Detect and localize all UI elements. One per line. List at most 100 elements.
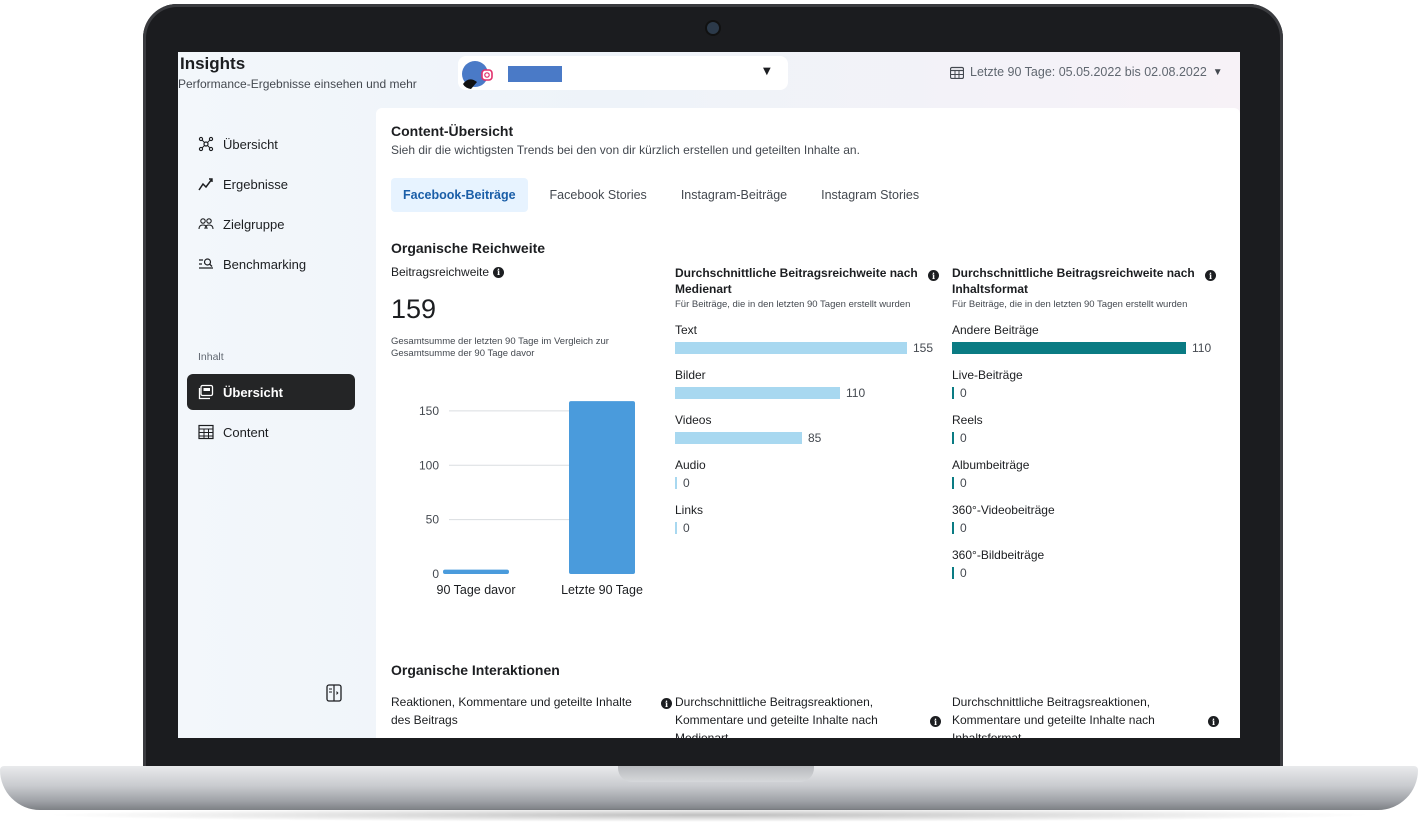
sidebar-item-label: Übersicht <box>223 136 278 152</box>
organic-reach-title: Organische Reichweite <box>391 240 546 256</box>
info-icon[interactable]: i <box>493 266 505 278</box>
breakdown-bar[interactable] <box>952 522 954 534</box>
breakdown-value: 0 <box>960 386 967 400</box>
info-icon[interactable]: i <box>928 270 939 281</box>
chevron-down-icon: ▼ <box>763 66 771 77</box>
breakdown-row: Links 0 <box>675 503 937 548</box>
breakdown-value: 110 <box>1192 341 1212 355</box>
calendar-icon <box>950 66 964 79</box>
sidebar-item-label: Ergebnisse <box>223 176 289 192</box>
post-reach-label: Beitragsreichweite i <box>391 265 505 279</box>
section-subtitle: Sieh dir die wichtigsten Trends bei den … <box>391 143 860 157</box>
breakdown-bar[interactable] <box>952 432 954 444</box>
tab-instagram-posts[interactable]: Instagram-Beiträge <box>669 178 799 212</box>
people-icon <box>196 216 216 232</box>
info-icon[interactable]: i <box>930 716 941 727</box>
tab-facebook-posts[interactable]: Facebook-Beiträge <box>391 178 528 212</box>
sidebar-item-label: Übersicht <box>223 384 283 400</box>
post-reach-label-text: Beitragsreichweite <box>391 265 490 279</box>
sidebar-item-label: Content <box>223 424 269 440</box>
media-type-breakdown: Durchschnittliche Beitragsreichweite nac… <box>675 265 939 548</box>
sidebar-item-results[interactable]: Ergebnisse <box>187 166 355 202</box>
section-title: Content-Übersicht <box>391 123 514 139</box>
laptop-shadow <box>40 808 1378 822</box>
x-tick-label: 90 Tage davor <box>437 583 516 597</box>
platform-tabs: Facebook-Beiträge Facebook Stories Insta… <box>391 178 941 212</box>
interactions-media-type-text: Durchschnittliche Beitragsreaktionen, Ko… <box>675 695 878 738</box>
breakdown-row: Reels 0 <box>952 413 1214 458</box>
interactions-media-type-label: Durchschnittliche Beitragsreaktionen, Ko… <box>675 693 941 738</box>
breakdown-value: 110 <box>846 386 866 400</box>
content-overview-icon <box>196 384 216 400</box>
breakdown-bar[interactable] <box>952 342 1186 354</box>
content-format-breakdown: Durchschnittliche Beitragsreichweite nac… <box>952 265 1216 593</box>
account-selector[interactable]: ▼ <box>458 56 788 90</box>
breakdown-row: Text 155 <box>675 323 937 368</box>
media-type-rows: Text 155 Bilder 110 Videos 85 Audio 0 Links 0 <box>675 323 937 548</box>
y-tick-label: 150 <box>419 404 439 418</box>
y-tick-label: 0 <box>432 567 439 581</box>
reach-comparison-chart: 0 50 100 150 90 Tage davor Letzte 90 Tage <box>419 401 643 597</box>
chart-bar[interactable] <box>443 569 509 574</box>
page-title: Insights <box>180 54 246 73</box>
breakdown-bar[interactable] <box>675 522 677 534</box>
collapse-sidebar-icon[interactable] <box>324 683 344 703</box>
breakdown-row-label: Audio <box>675 458 706 472</box>
y-tick-label: 50 <box>426 513 440 527</box>
media-type-note: Für Beiträge, die in den letzten 90 Tage… <box>675 299 911 310</box>
breakdown-row: 360°-Videobeiträge 0 <box>952 503 1214 548</box>
breakdown-row: Andere Beiträge 110 <box>952 323 1214 368</box>
breakdown-row-label: 360°-Videobeiträge <box>952 503 1055 517</box>
breakdown-bar[interactable] <box>952 387 954 399</box>
breakdown-bar[interactable] <box>675 342 907 354</box>
trend-icon <box>196 176 216 192</box>
top-bar: Insights Performance-Ergebnisse einsehen… <box>178 52 1240 108</box>
date-range-label: Letzte 90 Tage: 05.05.2022 bis 02.08.202… <box>970 65 1207 79</box>
breakdown-bar[interactable] <box>675 477 677 489</box>
sidebar-item-audience[interactable]: Zielgruppe <box>187 206 355 242</box>
breakdown-bar[interactable] <box>952 477 954 489</box>
breakdown-bar[interactable] <box>675 432 802 444</box>
info-icon[interactable]: i <box>1205 270 1216 281</box>
post-reach-value: 159 <box>391 294 437 324</box>
media-type-title: Durchschnittliche Beitragsreichweite nac… <box>675 265 939 297</box>
post-reach-note: Gesamtsumme der letzten 90 Tage im Vergl… <box>391 336 609 359</box>
laptop-notch <box>618 766 814 782</box>
organic-interactions-title: Organische Interaktionen <box>391 662 560 678</box>
interactions-content-format-label: Durchschnittliche Beitragsreaktionen, Ko… <box>952 693 1219 738</box>
sidebar-item-content[interactable]: Content <box>187 414 355 450</box>
chevron-down-icon: ▼ <box>1212 66 1223 78</box>
info-icon[interactable]: i <box>1208 716 1219 727</box>
sidebar-item-label: Benchmarking <box>223 256 307 272</box>
breakdown-value: 0 <box>960 566 967 580</box>
breakdown-value: 155 <box>913 341 934 355</box>
content-format-title-text: Durchschnittliche Beitragsreichweite nac… <box>952 266 1195 296</box>
y-tick-label: 100 <box>419 458 439 472</box>
breakdown-row-label: Reels <box>952 413 983 427</box>
breakdown-bar[interactable] <box>675 387 840 399</box>
benchmark-icon <box>196 256 216 272</box>
breakdown-row-label: Videos <box>675 413 712 427</box>
date-range-picker[interactable]: Letzte 90 Tage: 05.05.2022 bis 02.08.202… <box>950 62 1223 82</box>
breakdown-bar[interactable] <box>952 567 954 579</box>
content-format-note: Für Beiträge, die in den letzten 90 Tage… <box>952 299 1188 310</box>
breakdown-row-label: Live-Beiträge <box>952 368 1023 382</box>
info-icon[interactable]: i <box>661 698 672 709</box>
content-overview-panel: Content-Übersicht Sieh dir die wichtigst… <box>376 108 1240 738</box>
sidebar-item-benchmarking[interactable]: Benchmarking <box>187 246 355 282</box>
tab-facebook-stories[interactable]: Facebook Stories <box>538 178 659 212</box>
content-format-title: Durchschnittliche Beitragsreichweite nac… <box>952 265 1216 297</box>
sidebar-item-content-overview[interactable]: Übersicht <box>187 374 355 410</box>
media-type-title-text: Durchschnittliche Beitragsreichweite nac… <box>675 266 918 296</box>
chart-bar[interactable] <box>569 401 635 574</box>
tab-instagram-stories[interactable]: Instagram Stories <box>809 178 931 212</box>
sidebar-item-overview[interactable]: Übersicht <box>187 126 355 162</box>
interactions-total-text: Reaktionen, Kommentare und geteilte Inha… <box>391 695 632 727</box>
breakdown-row-label: Andere Beiträge <box>952 323 1039 337</box>
screen: Insights Performance-Ergebnisse einsehen… <box>178 52 1240 738</box>
sidebar-section-label: Inhalt <box>198 351 224 363</box>
network-icon <box>196 136 216 152</box>
breakdown-value: 0 <box>960 476 967 490</box>
content-format-rows: Andere Beiträge 110 Live-Beiträge 0 Reels 0 Al… <box>952 323 1214 593</box>
breakdown-value: 0 <box>683 521 690 535</box>
